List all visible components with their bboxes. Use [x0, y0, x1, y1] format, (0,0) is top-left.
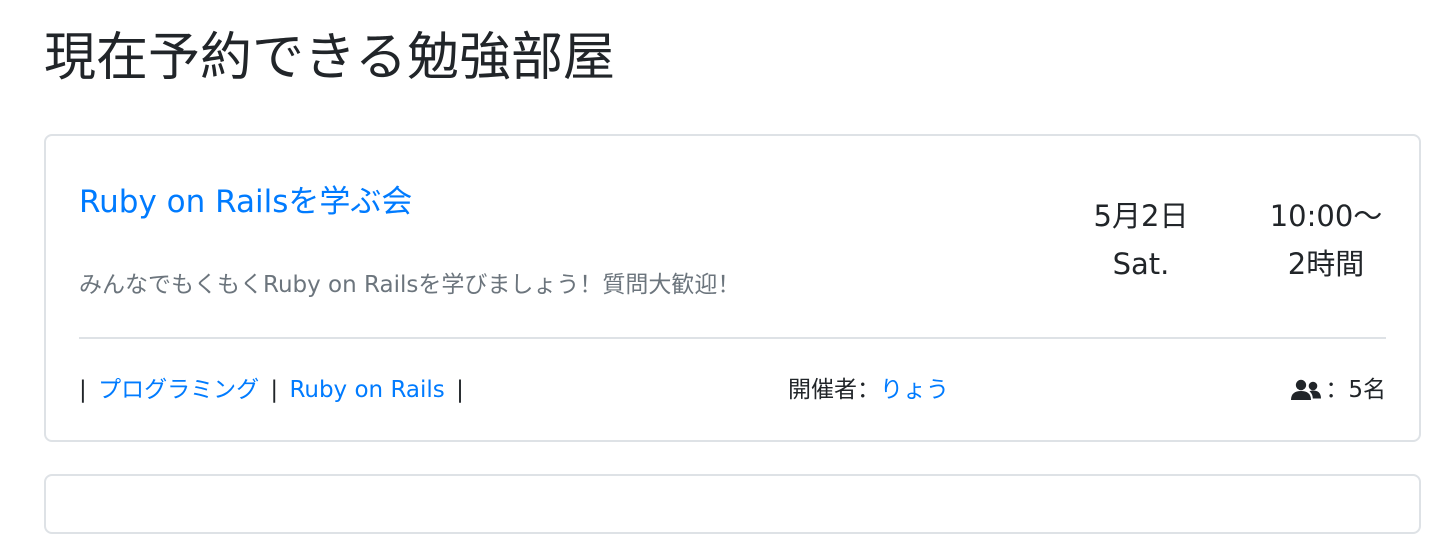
event-title-link[interactable]: Ruby on Railsを学ぶ会 [79, 180, 412, 224]
event-description: みんなでもくもくRuby on Railsを学びましょう！質問大歓迎！ [79, 272, 741, 298]
tag-list: | プログラミング | Ruby on Rails | [79, 370, 464, 410]
host-name-link[interactable]: りょう [880, 377, 949, 403]
tag-separator: | [270, 377, 279, 403]
event-card: Ruby on Railsを学ぶ会 みんなでもくもくRuby on Railsを… [44, 134, 1421, 442]
event-duration: 2時間 [1287, 247, 1365, 281]
event-time: 10:00〜 2時間 [1261, 192, 1391, 288]
tag-separator: | [456, 377, 464, 403]
event-date-day: 5月2日 [1093, 199, 1189, 233]
page-title: 現在予約できる勉強部屋 [44, 28, 615, 88]
event-host: 開催者：りょう [788, 370, 949, 410]
tag-separator: | [79, 377, 87, 403]
tag-link-programming[interactable]: プログラミング [98, 377, 259, 403]
event-card-next [44, 474, 1421, 534]
event-date-weekday: Sat. [1112, 247, 1170, 281]
event-start-time: 10:00〜 [1269, 199, 1383, 233]
event-date: 5月2日 Sat. [1081, 192, 1201, 288]
users-icon [1291, 379, 1322, 400]
card-divider [79, 337, 1386, 339]
host-label: 開催者： [788, 377, 880, 403]
tag-link-ruby-on-rails[interactable]: Ruby on Rails [289, 377, 444, 403]
event-capacity: ：5名 [1289, 370, 1386, 410]
capacity-text: ：5名 [1325, 377, 1386, 403]
event-footer: | プログラミング | Ruby on Rails | 開催者：りょう ：5名 [79, 370, 1386, 410]
